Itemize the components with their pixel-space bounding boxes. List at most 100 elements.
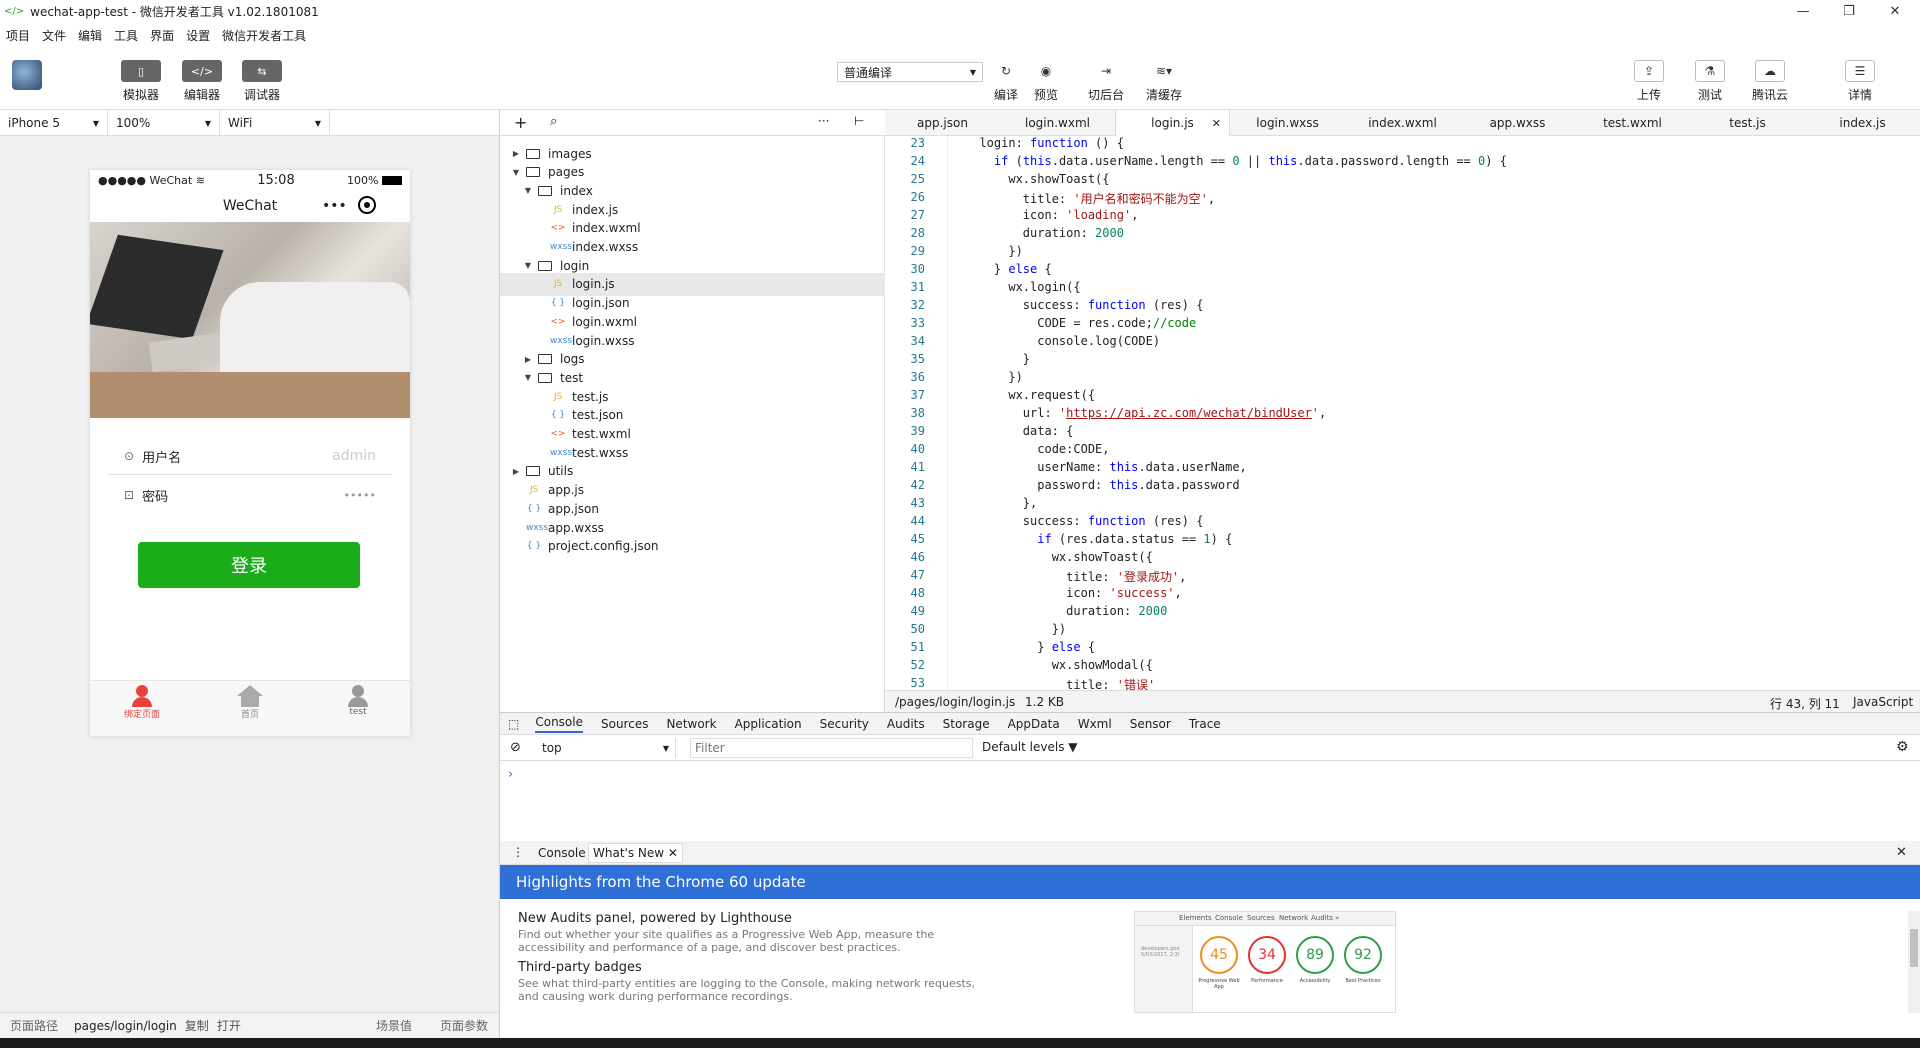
- menu-item-settings[interactable]: 设置: [186, 27, 210, 44]
- code-line[interactable]: },: [965, 496, 1037, 510]
- clear-cache-button[interactable]: ≋▾ 清缓存: [1142, 60, 1186, 103]
- editor-tab[interactable]: index.js: [1805, 110, 1920, 136]
- menu-item-project[interactable]: 项目: [6, 27, 30, 44]
- editor-tab[interactable]: app.json: [885, 110, 1000, 136]
- more-icon[interactable]: ···: [818, 114, 829, 128]
- code-line[interactable]: wx.showToast({: [965, 172, 1109, 186]
- chevron-down-icon[interactable]: ▼: [522, 186, 534, 195]
- tab-home[interactable]: 首页: [214, 685, 286, 720]
- password-field[interactable]: ⊡ 密码 •••••: [108, 476, 392, 514]
- chevron-down-icon[interactable]: ▼: [510, 168, 522, 177]
- editor-toggle-button[interactable]: </> 编辑器: [181, 60, 223, 103]
- code-line[interactable]: wx.request({: [965, 388, 1095, 402]
- chevron-right-icon[interactable]: ▶: [510, 467, 522, 476]
- code-line[interactable]: icon: 'success',: [965, 586, 1182, 600]
- clear-console-icon[interactable]: ⊘: [510, 740, 521, 755]
- code-line[interactable]: password: this.data.password: [965, 478, 1239, 492]
- add-file-icon[interactable]: +: [514, 113, 527, 132]
- menu-item-file[interactable]: 文件: [42, 27, 66, 44]
- console-filter-input[interactable]: [690, 738, 973, 758]
- editor-tab[interactable]: test.wxml: [1575, 110, 1690, 136]
- code-line[interactable]: }): [965, 244, 1022, 258]
- whats-new-item[interactable]: New Audits panel, powered by Lighthouse …: [518, 911, 988, 954]
- editor-tab[interactable]: login.wxml: [1000, 110, 1115, 136]
- context-select[interactable]: top ▼: [536, 738, 676, 758]
- tencent-cloud-button[interactable]: ☁ 腾讯云: [1748, 60, 1792, 103]
- chevron-down-icon[interactable]: ▼: [522, 373, 534, 382]
- editor-tab[interactable]: test.js: [1690, 110, 1805, 136]
- close-capsule-icon[interactable]: [358, 196, 376, 214]
- scrollbar[interactable]: [1908, 911, 1920, 1013]
- devtools-tab[interactable]: Sources: [601, 717, 648, 731]
- username-field[interactable]: ⊙ 用户名 admin: [108, 438, 392, 475]
- code-line[interactable]: if (res.data.status == 1) {: [965, 532, 1232, 546]
- devtools-tab[interactable]: Console: [535, 715, 583, 733]
- menu-item-tools[interactable]: 工具: [114, 27, 138, 44]
- code-line[interactable]: title: '用户名和密码不能为空',: [965, 190, 1215, 207]
- zoom-select[interactable]: 100% ▼: [108, 110, 220, 136]
- details-button[interactable]: ☰ 详情: [1838, 60, 1882, 103]
- devtools-tab[interactable]: Trace: [1189, 717, 1221, 731]
- minimize-button[interactable]: —: [1780, 0, 1826, 22]
- code-line[interactable]: if (this.data.userName.length == 0 || th…: [965, 154, 1507, 168]
- devtools-tab[interactable]: AppData: [1008, 717, 1060, 731]
- code-line[interactable]: success: function (res) {: [965, 298, 1204, 312]
- devtools-tab[interactable]: Application: [735, 717, 802, 731]
- compile-button[interactable]: ↻ 编译: [984, 60, 1028, 103]
- code-line[interactable]: } else {: [965, 262, 1052, 276]
- levels-select[interactable]: Default levels ▼: [982, 740, 1078, 754]
- preview-button[interactable]: ◉ 预览: [1024, 60, 1068, 103]
- whats-new-item[interactable]: Third-party badges See what third-party …: [518, 960, 988, 1003]
- code-line[interactable]: code:CODE,: [965, 442, 1109, 456]
- code-line[interactable]: icon: 'loading',: [965, 208, 1139, 222]
- device-select[interactable]: iPhone 5 ▼: [0, 110, 108, 136]
- code-line[interactable]: }): [965, 622, 1066, 636]
- drawer-tab-console[interactable]: Console: [538, 846, 586, 860]
- console-prompt[interactable]: ›: [508, 767, 513, 782]
- drawer-tab-whats-new[interactable]: What's New ✕: [588, 843, 683, 863]
- restore-button[interactable]: ❐: [1826, 0, 1872, 22]
- editor-tab[interactable]: login.wxss: [1230, 110, 1345, 136]
- code-line[interactable]: duration: 2000: [965, 604, 1167, 618]
- login-button[interactable]: 登录: [138, 542, 360, 588]
- code-line[interactable]: userName: this.data.userName,: [965, 460, 1247, 474]
- editor-tab[interactable]: index.wxml: [1345, 110, 1460, 136]
- menu-item-edit[interactable]: 编辑: [78, 27, 102, 44]
- editor-tab[interactable]: login.js ✕: [1115, 110, 1230, 136]
- code-line[interactable]: }: [965, 352, 1030, 366]
- inspect-icon[interactable]: ⬚: [508, 717, 519, 731]
- code-line[interactable]: } else {: [965, 640, 1095, 654]
- upload-button[interactable]: ⇪ 上传: [1627, 60, 1671, 103]
- devtools-tab[interactable]: Wxml: [1078, 717, 1112, 731]
- test-button[interactable]: ⚗ 测试: [1688, 60, 1732, 103]
- network-select[interactable]: WiFi ▼: [220, 110, 330, 136]
- tab-test[interactable]: test: [322, 685, 394, 717]
- code-line[interactable]: wx.showToast({: [965, 550, 1153, 564]
- code-line[interactable]: wx.login({: [965, 280, 1080, 294]
- devtools-tab[interactable]: Network: [666, 717, 716, 731]
- compile-mode-select[interactable]: 普通编译 ▼: [837, 62, 983, 82]
- devtools-tab[interactable]: Storage: [943, 717, 990, 731]
- collapse-panel-icon[interactable]: ⊢: [854, 114, 864, 128]
- code-line[interactable]: CODE = res.code;//code: [965, 316, 1196, 330]
- menu-item-view[interactable]: 界面: [150, 27, 174, 44]
- code-line[interactable]: }): [965, 370, 1022, 384]
- chevron-down-icon[interactable]: ▼: [522, 261, 534, 270]
- close-window-button[interactable]: ✕: [1872, 0, 1918, 22]
- simulator-toggle-button[interactable]: ▯ 模拟器: [120, 60, 162, 103]
- code-line[interactable]: title: '登录成功',: [965, 568, 1186, 585]
- copy-link[interactable]: 复制: [185, 1017, 209, 1034]
- page-params-button[interactable]: 页面参数: [440, 1017, 488, 1034]
- file-item[interactable]: { } project.config.json: [500, 535, 885, 558]
- code-line[interactable]: data: {: [965, 424, 1074, 438]
- avatar[interactable]: [12, 60, 42, 90]
- code-line[interactable]: duration: 2000: [965, 226, 1124, 240]
- devtools-tab[interactable]: Security: [820, 717, 869, 731]
- gear-icon[interactable]: ⚙: [1896, 739, 1909, 755]
- chevron-right-icon[interactable]: ▶: [522, 355, 534, 364]
- more-icon[interactable]: •••: [322, 198, 347, 214]
- editor-tab[interactable]: app.wxss: [1460, 110, 1575, 136]
- devtools-tab[interactable]: Sensor: [1130, 717, 1171, 731]
- menu-item-devtools[interactable]: 微信开发者工具: [222, 27, 306, 44]
- open-link[interactable]: 打开: [217, 1017, 241, 1034]
